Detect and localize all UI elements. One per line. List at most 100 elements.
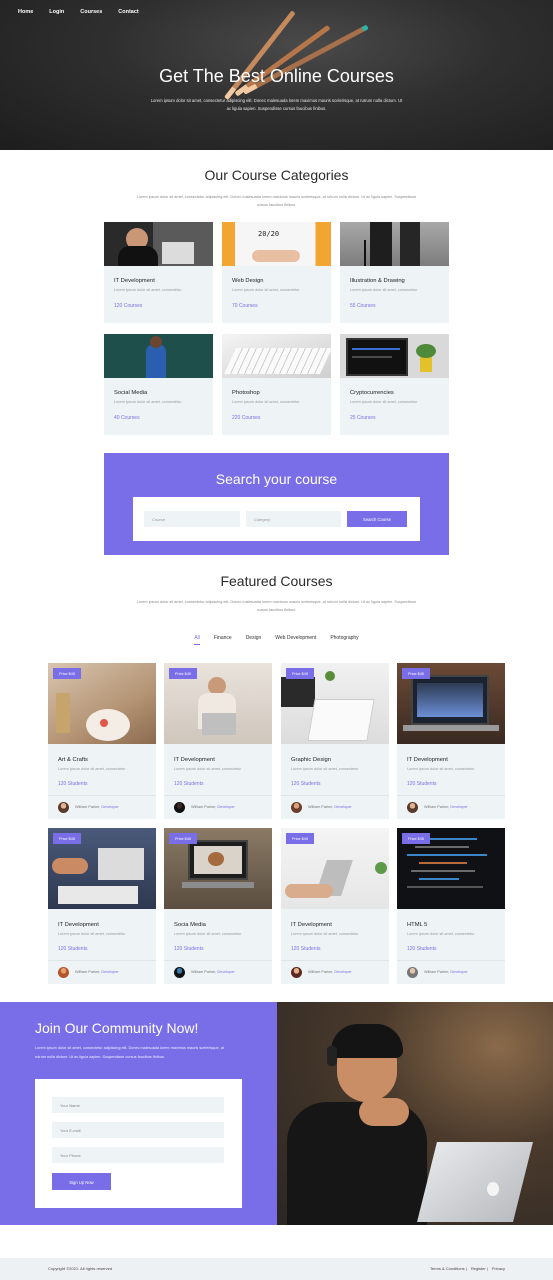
avatar	[407, 967, 418, 978]
category-desc: Lorem ipsum dolor sit amet, consectetur	[350, 288, 418, 292]
nav-contact[interactable]: Contact	[118, 9, 138, 15]
course-card[interactable]: Price $45 HTML 5 Lorem ipsum dolor sit a…	[397, 828, 505, 984]
footer-link-privacy[interactable]: Privacy	[492, 1266, 505, 1271]
tshirt-print: 20/20	[258, 230, 280, 238]
course-name: Art & Crafts	[58, 757, 88, 763]
category-input[interactable]: Category	[246, 511, 341, 527]
author-role: Developer	[217, 970, 235, 974]
category-card[interactable]: Illustration & Drawing Lorem ipsum dolor…	[340, 222, 449, 323]
course-students: 120 Students	[291, 946, 321, 952]
course-desc: Lorem ipsum dolor sit amet, consectetur	[291, 932, 359, 936]
tab-all[interactable]: All	[194, 635, 200, 645]
category-name: Web Design	[232, 278, 264, 284]
author-name: William Parker,	[308, 970, 334, 974]
category-name: Social Media	[114, 390, 148, 396]
course-card[interactable]: Price $45 Art & Crafts Lorem ipsum dolor…	[48, 663, 156, 819]
course-students: 120 Students	[58, 946, 88, 952]
category-image	[104, 222, 213, 266]
course-card[interactable]: Price $45 IT Development Lorem ipsum dol…	[281, 828, 389, 984]
signup-form: Your Name Your E-mail Your Phone Sign Up…	[35, 1079, 242, 1208]
avatar	[174, 802, 185, 813]
course-card[interactable]: Price $45 IT Development Lorem ipsum dol…	[164, 663, 272, 819]
avatar	[291, 967, 302, 978]
author-name: William Parker,	[191, 970, 217, 974]
course-students: 120 Students	[58, 781, 88, 787]
course-name: IT Development	[407, 757, 448, 763]
category-desc: Lorem ipsum dolor sit amet, consectetur	[232, 288, 300, 292]
card-divider	[281, 795, 389, 796]
course-card[interactable]: Price $45 Graphic Design Lorem ipsum dol…	[281, 663, 389, 819]
category-desc: Lorem ipsum dolor sit amet, consectetur	[114, 288, 182, 292]
avatar	[58, 967, 69, 978]
course-desc: Lorem ipsum dolor sit amet, consectetur	[407, 767, 475, 771]
copyright-text: Copyright ©2021. All rights reserved	[48, 1266, 113, 1271]
category-desc: Lorem ipsum dolor sit amet, consectetur	[114, 400, 182, 404]
course-card[interactable]: Price $45 IT Development Lorem ipsum dol…	[48, 828, 156, 984]
course-card[interactable]: Price $45 Socia Media Lorem ipsum dolor …	[164, 828, 272, 984]
search-section: Search your course Course Category Searc…	[104, 453, 449, 555]
course-name: HTML 5	[407, 922, 428, 928]
course-author: William Parker, Developer	[191, 970, 235, 974]
category-count: 70 Courses	[232, 303, 258, 309]
category-desc: Lorem ipsum dolor sit amet, consectetur	[350, 400, 418, 404]
student-photo	[277, 1002, 553, 1225]
search-course-button[interactable]: Search Course	[347, 511, 407, 527]
avatar	[174, 967, 185, 978]
tab-web-development[interactable]: Web Development	[275, 635, 316, 645]
category-image	[340, 222, 449, 266]
category-image	[104, 334, 213, 378]
price-badge: Price $45	[286, 833, 314, 844]
card-divider	[281, 960, 389, 961]
author-role: Developer	[450, 805, 468, 809]
price-badge: Price $45	[286, 668, 314, 679]
categories-title: Our Course Categories	[204, 167, 349, 183]
course-name: IT Development	[291, 922, 332, 928]
sign-up-button[interactable]: Sign Up Now	[52, 1173, 111, 1190]
footer-link-register[interactable]: Register |	[471, 1266, 488, 1271]
hero-title: Get The Best Online Courses	[159, 66, 394, 86]
nav-login[interactable]: Login	[49, 9, 64, 15]
course-desc: Lorem ipsum dolor sit amet, consectetur	[58, 767, 126, 771]
categories-text: Lorem ipsum dolor sit amet, consectetur …	[136, 195, 417, 207]
search-form: Course Category Search Course	[133, 497, 420, 541]
category-card[interactable]: IT Development Lorem ipsum dolor sit ame…	[104, 222, 213, 323]
price-badge: Price $45	[169, 668, 197, 679]
course-desc: Lorem ipsum dolor sit amet, consectetur	[58, 932, 126, 936]
tab-design[interactable]: Design	[246, 635, 262, 645]
course-input[interactable]: Course	[144, 511, 240, 527]
email-field[interactable]: Your E-mail	[52, 1122, 224, 1138]
nav-home[interactable]: Home	[18, 9, 33, 15]
card-divider	[48, 795, 156, 796]
footer-link-terms[interactable]: Terms & Conditions |	[430, 1266, 467, 1271]
category-count: 40 Courses	[114, 415, 140, 421]
price-badge: Price $45	[53, 668, 81, 679]
author-name: William Parker,	[308, 805, 334, 809]
phone-field[interactable]: Your Phone	[52, 1147, 224, 1163]
category-card[interactable]: 20/20 Web Design Lorem ipsum dolor sit a…	[222, 222, 331, 323]
course-students: 120 Students	[174, 946, 204, 952]
tab-photography[interactable]: Photography	[330, 635, 358, 645]
category-card[interactable]: Cryptocurrencies Lorem ipsum dolor sit a…	[340, 334, 449, 435]
card-divider	[397, 795, 505, 796]
course-students: 120 Students	[291, 781, 321, 787]
course-students: 120 Students	[407, 781, 437, 787]
hero-subtitle: Lorem ipsum dolor sit amet, consectetur …	[150, 98, 403, 111]
author-role: Developer	[450, 970, 468, 974]
author-name: William Parker,	[424, 805, 450, 809]
category-count: 120 Courses	[114, 303, 143, 309]
category-card[interactable]: Social Media Lorem ipsum dolor sit amet,…	[104, 334, 213, 435]
course-name: IT Development	[58, 922, 99, 928]
tab-finance[interactable]: Finance	[214, 635, 232, 645]
name-field[interactable]: Your Name	[52, 1097, 224, 1113]
category-card[interactable]: Photoshop Lorem ipsum dolor sit amet, co…	[222, 334, 331, 435]
author-name: William Parker,	[75, 805, 101, 809]
category-name: IT Development	[114, 278, 155, 284]
nav-courses[interactable]: Courses	[80, 9, 102, 15]
course-card[interactable]: Price $45 IT Development Lorem ipsum dol…	[397, 663, 505, 819]
avatar	[58, 802, 69, 813]
hero-banner: Home Login Courses Contact Get The Best …	[0, 0, 553, 150]
author-role: Developer	[101, 805, 119, 809]
featured-text: Lorem ipsum dolor sit amet, consectetur …	[136, 600, 417, 612]
course-name: IT Development	[174, 757, 215, 763]
card-divider	[397, 960, 505, 961]
